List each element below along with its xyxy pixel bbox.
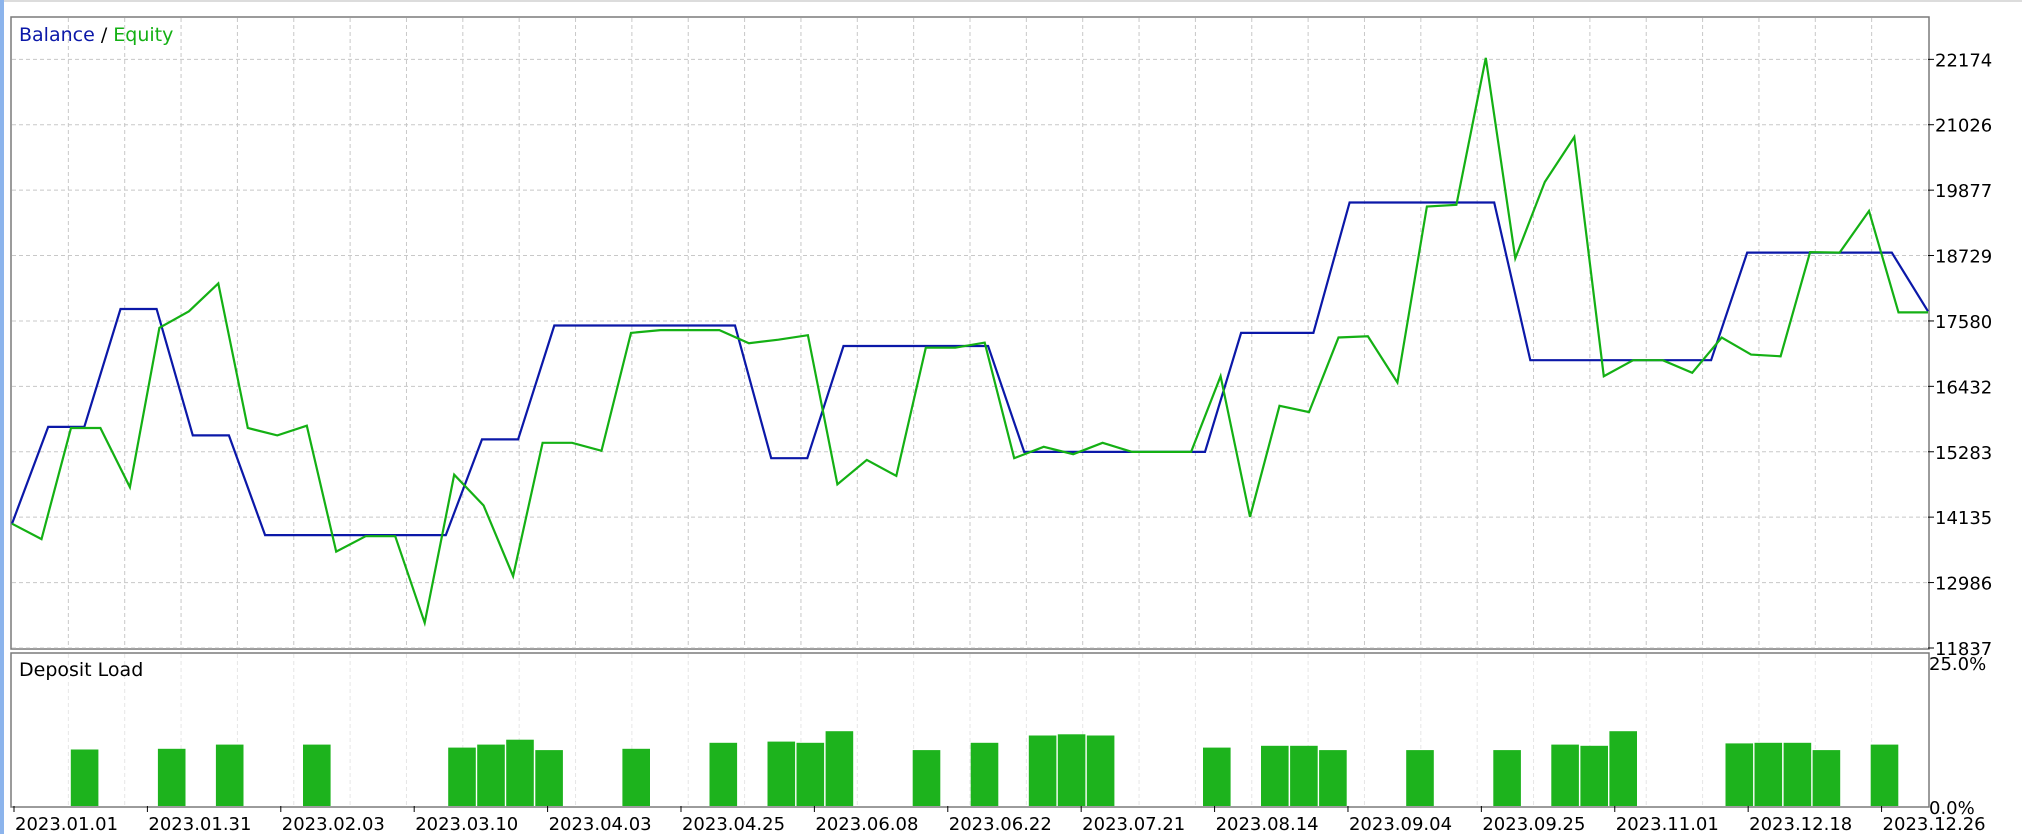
x-tick-label: 2023.04.03 [549,814,652,834]
deposit-bar[interactable] [1057,734,1086,806]
deposit-y-axis: 25.0%0.0% [1929,654,1986,819]
x-tick-label: 2023.12.18 [1749,814,1852,834]
deposit-bar[interactable] [215,744,244,806]
x-tick-label: 2023.12.26 [1883,814,1986,834]
deposit-bar[interactable] [303,744,331,806]
deposit-load-title: Deposit Load [19,659,143,681]
deposit-bar[interactable] [1812,750,1841,806]
deposit-bar[interactable] [825,731,854,806]
y-tick-label: 19877 [1935,181,1992,202]
y-tick-label: 14135 [1935,508,1992,529]
x-tick-label: 2023.09.04 [1349,814,1452,834]
deposit-bar[interactable] [912,750,941,806]
y-tick-label: 21026 [1935,116,1992,137]
deposit-bar[interactable] [1261,745,1289,806]
x-tick-label: 2023.08.14 [1216,814,1319,834]
deposit-bar[interactable] [477,744,505,806]
deposit-bar[interactable] [448,747,476,806]
deposit-bar[interactable] [796,742,825,806]
deposit-bar[interactable] [767,741,796,806]
deposit-y-tick-label: 25.0% [1929,654,1986,675]
y-tick-label: 15283 [1935,443,1992,464]
deposit-bar[interactable] [1319,750,1347,806]
legend: Balance / Equity [19,24,173,46]
deposit-bar[interactable] [970,742,999,806]
deposit-bar[interactable] [1783,742,1812,806]
deposit-bar[interactable] [1028,735,1057,807]
window-left-edge [0,0,4,834]
x-tick-label: 2023.09.25 [1482,814,1585,834]
legend-balance-label[interactable]: Balance [19,24,95,46]
deposit-bar[interactable] [1406,750,1434,806]
deposit-bar[interactable] [1086,735,1115,807]
deposit-bar[interactable] [622,748,650,806]
deposit-bar[interactable] [1551,744,1579,806]
y-tick-label: 12986 [1935,574,1992,595]
x-tick-label: 2023.03.10 [415,814,518,834]
x-tick-label: 2023.02.03 [282,814,385,834]
main-y-axis: 1183712986141351528316432175801872919877… [1928,50,1992,660]
deposit-bar[interactable] [709,742,738,806]
chart-canvas: 1183712986141351528316432175801872919877… [0,0,2022,835]
x-tick-label: 2023.07.21 [1082,814,1185,834]
deposit-bar[interactable] [1609,731,1637,806]
x-tick-label: 2023.01.31 [148,814,251,834]
legend-equity-label[interactable]: Equity [113,24,173,46]
deposit-bar[interactable] [70,749,99,807]
deposit-bar[interactable] [1493,750,1521,806]
legend-separator: / [95,24,113,46]
x-tick-label: 2023.04.25 [682,814,785,834]
deposit-bar[interactable] [157,748,186,806]
deposit-bar[interactable] [1580,745,1608,806]
x-tick-label: 2023.06.08 [815,814,918,834]
deposit-bar[interactable] [535,750,563,806]
y-tick-label: 22174 [1935,50,1992,71]
y-tick-label: 17580 [1935,312,1992,333]
deposit-bar[interactable] [1754,742,1783,806]
deposit-bar[interactable] [1290,745,1318,806]
x-tick-label: 2023.01.01 [15,814,118,834]
deposit-bar[interactable] [1203,747,1231,806]
deposit-bar[interactable] [1870,744,1899,806]
y-tick-label: 18729 [1935,247,1992,268]
deposit-bar[interactable] [506,739,534,806]
y-tick-label: 16432 [1935,377,1992,398]
strategy-tester-graph: 11837 12986 14135 15283 16432 17580 18729 19877… [0,0,2022,835]
deposit-bar[interactable] [1725,743,1754,806]
top-border-strip [0,0,2022,2]
x-tick-label: 2023.06.22 [949,814,1052,834]
x-tick-label: 2023.11.01 [1616,814,1719,834]
x-axis: 2023.01.01 2023.01.31 2023.02.03 2023.03.10… [13,806,1986,835]
